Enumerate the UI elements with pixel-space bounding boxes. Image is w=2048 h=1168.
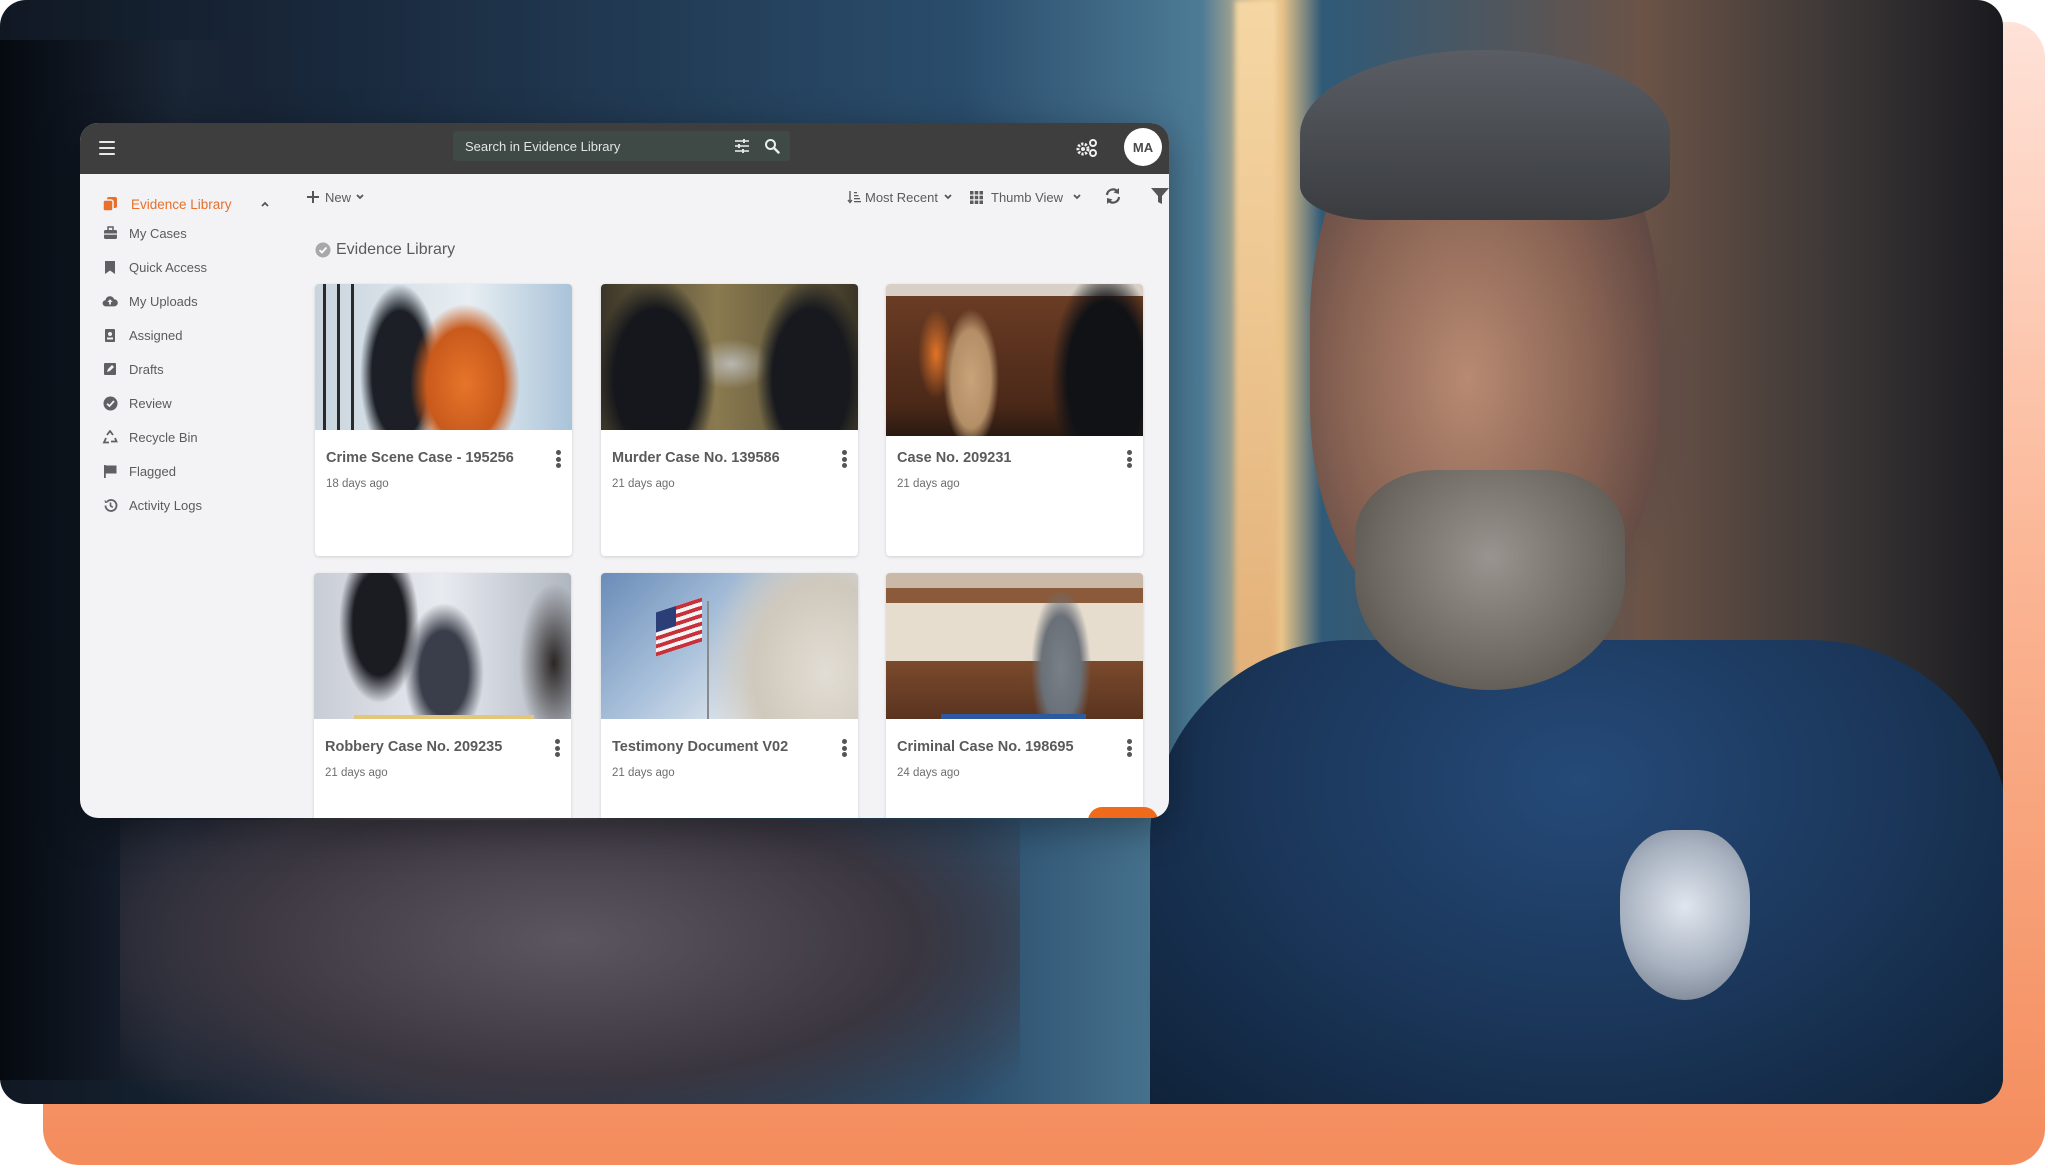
plus-icon <box>307 191 319 203</box>
case-date: 21 days ago <box>612 478 675 490</box>
more-options-icon[interactable] <box>553 738 561 758</box>
case-date: 21 days ago <box>325 767 388 779</box>
sidebar-item-label: Drafts <box>129 361 164 377</box>
sort-icon <box>847 191 861 204</box>
case-card[interactable]: Case No. 209231 21 days ago <box>886 284 1143 556</box>
floating-action-button[interactable] <box>1088 807 1158 818</box>
sidebar-item-label: Quick Access <box>129 259 208 275</box>
chevron-down-icon <box>944 194 952 200</box>
chevron-down-icon <box>356 194 364 200</box>
case-thumbnail <box>601 573 858 719</box>
view-mode-dropdown[interactable]: Thumb View <box>970 186 1082 208</box>
more-options-icon[interactable] <box>840 738 848 758</box>
cloud-upload-icon <box>102 293 118 309</box>
sidebar: Evidence Library My Cases Quick Access M… <box>80 174 290 818</box>
case-thumbnail <box>886 573 1143 719</box>
sidebar-item-label: My Uploads <box>129 293 198 309</box>
recycle-icon <box>102 429 118 445</box>
collapse-chevron-up-icon[interactable] <box>260 199 270 209</box>
case-title: Robbery Case No. 209235 <box>325 739 503 755</box>
top-bar: MA <box>80 123 1169 174</box>
menu-icon[interactable] <box>96 137 118 159</box>
sidebar-item-my-uploads[interactable]: My Uploads <box>80 287 290 315</box>
sidebar-item-flagged[interactable]: Flagged <box>80 457 290 485</box>
more-options-icon[interactable] <box>1125 449 1133 469</box>
case-card[interactable]: Crime Scene Case - 195256 18 days ago <box>315 284 572 556</box>
case-title: Criminal Case No. 198695 <box>897 739 1074 755</box>
sidebar-item-label: Assigned <box>129 327 183 343</box>
photo-officer-hair <box>1300 50 1670 220</box>
case-thumbnail <box>314 573 571 719</box>
settings-gears-icon[interactable] <box>1075 137 1099 159</box>
new-button-label: New <box>325 189 352 205</box>
briefcase-icon <box>102 225 118 241</box>
sidebar-item-label: Activity Logs <box>129 497 202 513</box>
grid-view-icon <box>970 190 983 204</box>
case-card[interactable]: Criminal Case No. 198695 24 days ago <box>886 573 1143 818</box>
case-date: 18 days ago <box>326 478 389 490</box>
sidebar-item-my-cases[interactable]: My Cases <box>80 219 290 247</box>
search-input[interactable] <box>453 131 717 161</box>
library-icon <box>102 196 118 212</box>
case-thumbnail <box>315 284 572 430</box>
evidence-library-app-window: MA Evidence Library My Cases Quick Acces… <box>80 123 1169 818</box>
refresh-icon[interactable] <box>1104 187 1122 205</box>
sidebar-item-drafts[interactable]: Drafts <box>80 355 290 383</box>
more-options-icon[interactable] <box>1125 738 1133 758</box>
case-card[interactable]: Robbery Case No. 209235 21 days ago <box>314 573 571 818</box>
more-options-icon[interactable] <box>840 449 848 469</box>
sidebar-item-label: Flagged <box>129 463 176 479</box>
case-title: Crime Scene Case - 195256 <box>326 450 514 466</box>
bookmark-icon <box>102 259 118 275</box>
photo-uniform <box>1150 640 2003 1104</box>
case-title: Murder Case No. 139586 <box>612 450 780 466</box>
case-title: Testimony Document V02 <box>612 739 789 755</box>
sidebar-item-review[interactable]: Review <box>80 389 290 417</box>
sidebar-item-evidence-library[interactable]: Evidence Library <box>80 190 290 218</box>
chevron-down-icon <box>1073 194 1081 200</box>
sidebar-item-label: Review <box>129 395 172 411</box>
case-date: 24 days ago <box>897 767 960 779</box>
photo-laptop-blur <box>120 820 1020 1104</box>
edit-icon <box>102 361 118 377</box>
more-options-icon[interactable] <box>554 449 562 469</box>
photo-police-badge <box>1620 830 1750 1000</box>
view-mode-label: Thumb View <box>991 189 1064 205</box>
search-box <box>453 131 790 161</box>
sort-label: Most Recent <box>865 189 938 205</box>
sidebar-item-label: My Cases <box>129 225 187 241</box>
photo-officer-beard <box>1355 470 1625 690</box>
case-card[interactable]: Testimony Document V02 21 days ago <box>601 573 858 818</box>
sidebar-item-label: Evidence Library <box>131 196 232 212</box>
case-card[interactable]: Murder Case No. 139586 21 days ago <box>601 284 858 556</box>
filter-options-icon[interactable] <box>734 138 750 154</box>
clipboard-user-icon <box>102 327 118 343</box>
user-avatar[interactable]: MA <box>1124 128 1162 166</box>
filter-icon[interactable] <box>1151 187 1169 205</box>
case-date: 21 days ago <box>612 767 675 779</box>
case-date: 21 days ago <box>897 478 960 490</box>
case-thumbnail <box>601 284 858 430</box>
sidebar-item-label: Recycle Bin <box>129 429 198 445</box>
section-title: Evidence Library <box>336 241 456 258</box>
case-title: Case No. 209231 <box>897 450 1012 466</box>
check-circle-icon <box>102 395 118 411</box>
sort-dropdown[interactable]: Most Recent <box>847 186 953 208</box>
section-header: Evidence Library <box>315 241 455 259</box>
new-button[interactable]: New <box>307 186 365 208</box>
sidebar-item-activity-logs[interactable]: Activity Logs <box>80 491 290 519</box>
search-icon[interactable] <box>764 138 780 154</box>
history-icon <box>102 497 118 513</box>
case-thumbnail <box>886 284 1143 436</box>
sidebar-item-assigned[interactable]: Assigned <box>80 321 290 349</box>
sidebar-item-quick-access[interactable]: Quick Access <box>80 253 290 281</box>
check-circle-icon <box>315 242 331 258</box>
sidebar-item-recycle-bin[interactable]: Recycle Bin <box>80 423 290 451</box>
flag-icon <box>102 463 118 479</box>
